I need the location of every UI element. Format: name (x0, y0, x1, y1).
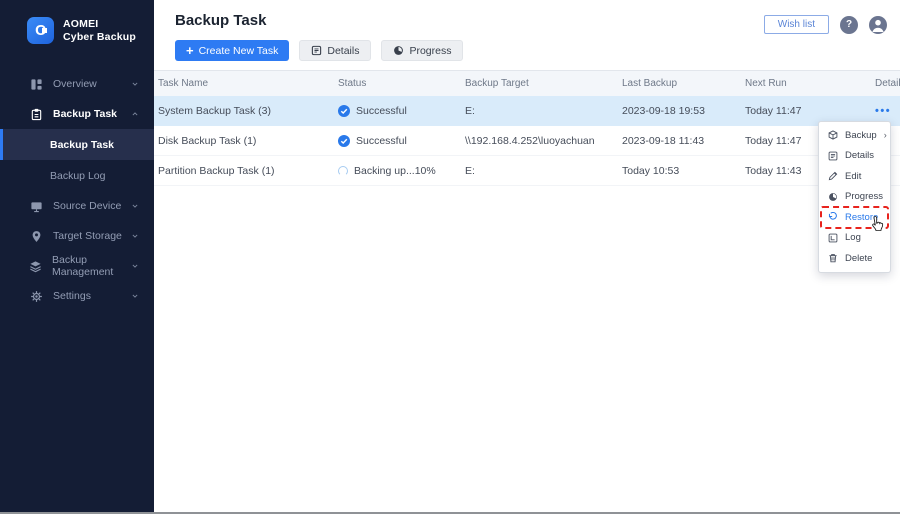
sidebar-subitem-backup-log[interactable]: Backup Log (0, 160, 154, 191)
menu-item-progress[interactable]: Progress (819, 187, 890, 208)
table-row-partition-backup[interactable]: Partition Backup Task (1) Backing up...1… (154, 156, 900, 186)
cell-backup-target: E: (465, 165, 622, 177)
sidebar-item-label: Backup Management (52, 254, 130, 278)
sidebar-item-overview[interactable]: Overview (0, 69, 154, 99)
location-pin-icon (29, 229, 43, 243)
chevron-down-icon (130, 201, 140, 211)
sidebar-item-source-device[interactable]: Source Device (0, 191, 154, 221)
cell-status: Backing up...10% (338, 165, 465, 177)
cell-task-name: Partition Backup Task (1) (158, 165, 338, 177)
cell-last-backup: 2023-09-18 19:53 (622, 105, 745, 117)
layers-icon (29, 259, 42, 273)
menu-item-details[interactable]: Details (819, 146, 890, 167)
backup-box-icon (828, 130, 838, 140)
progress-clock-icon (828, 192, 838, 202)
cell-status: Successful (338, 135, 465, 147)
sidebar-item-label: Source Device (53, 200, 121, 212)
cell-last-backup: 2023-09-18 11:43 (622, 135, 745, 147)
clipboard-icon (29, 107, 43, 121)
cell-status: Successful (338, 105, 465, 117)
chevron-up-icon (130, 109, 140, 119)
cell-task-name: System Backup Task (3) (158, 105, 338, 117)
sidebar-item-backup-management[interactable]: Backup Management (0, 251, 154, 281)
sidebar-nav: Overview Backup Task Backup Task (0, 69, 154, 311)
sidebar-item-label: Target Storage (53, 230, 122, 242)
create-new-task-button[interactable]: + Create New Task (175, 40, 289, 61)
success-check-icon (338, 105, 350, 117)
progress-button[interactable]: Progress (381, 40, 463, 61)
details-button[interactable]: Details (299, 40, 371, 61)
app-window: C AOMEI Cyber Backup Overview (0, 0, 900, 514)
sidebar-subitem-label: Backup Log (50, 170, 105, 182)
table-row-system-backup[interactable]: System Backup Task (3) Successful E: 202… (154, 96, 900, 126)
sidebar: C AOMEI Cyber Backup Overview (0, 0, 154, 514)
monitor-icon (29, 199, 43, 213)
mouse-cursor-hand-icon (868, 215, 884, 234)
chevron-down-icon (130, 291, 140, 301)
details-icon (828, 151, 838, 161)
aomei-logo-icon: C (27, 17, 54, 44)
brand-line2: Cyber Backup (63, 31, 136, 44)
running-spinner-icon (338, 166, 348, 176)
sidebar-subitem-label: Backup Task (50, 139, 114, 151)
col-details[interactable]: Details (875, 78, 900, 89)
cell-task-name: Disk Backup Task (1) (158, 135, 338, 147)
table-row-disk-backup[interactable]: Disk Backup Task (1) Successful \\192.16… (154, 126, 900, 156)
log-icon (828, 233, 838, 243)
backup-task-table: Task Name Status Backup Target Last Back… (154, 70, 900, 186)
chevron-down-icon (130, 261, 140, 271)
topbar-actions: Wish list ? (764, 15, 887, 34)
menu-item-edit[interactable]: Edit (819, 166, 890, 187)
menu-item-delete[interactable]: Delete (819, 248, 890, 269)
details-icon (311, 45, 322, 56)
restore-arrow-icon (828, 212, 838, 222)
row-actions-more-icon[interactable]: ••• (875, 105, 891, 117)
col-task-name[interactable]: Task Name (158, 78, 338, 89)
success-check-icon (338, 135, 350, 147)
sidebar-item-label: Settings (53, 290, 91, 302)
sidebar-item-label: Overview (53, 78, 97, 90)
brand-line1: AOMEI (63, 18, 136, 31)
sidebar-subitem-backup-task[interactable]: Backup Task (0, 129, 154, 160)
chevron-down-icon (130, 79, 140, 89)
sidebar-item-backup-task[interactable]: Backup Task (0, 99, 154, 129)
help-icon[interactable]: ? (840, 16, 858, 34)
dashboard-icon (29, 77, 43, 91)
cell-last-backup: Today 10:53 (622, 165, 745, 177)
table-header: Task Name Status Backup Target Last Back… (154, 70, 900, 96)
submenu-arrow-icon: › (884, 130, 887, 140)
main-content: Backup Task Wish list ? + Create New Tas… (154, 0, 900, 514)
chevron-down-icon (130, 231, 140, 241)
col-next-run[interactable]: Next Run (745, 78, 875, 89)
progress-clock-icon (393, 45, 404, 56)
row-context-menu: Backup › Details Edit Progress Restore (818, 121, 891, 273)
toolbar: + Create New Task Details Progress (175, 40, 463, 61)
col-status[interactable]: Status (338, 78, 465, 89)
plus-icon: + (186, 44, 194, 57)
cell-backup-target: \\192.168.4.252\luoyachuan (465, 135, 622, 147)
sidebar-item-settings[interactable]: Settings (0, 281, 154, 311)
col-backup-target[interactable]: Backup Target (465, 78, 622, 89)
wishlist-button[interactable]: Wish list (764, 15, 829, 34)
brand-text: AOMEI Cyber Backup (63, 18, 136, 44)
cell-next-run: Today 11:47 (745, 105, 875, 117)
gear-icon (29, 289, 43, 303)
cell-backup-target: E: (465, 105, 622, 117)
brand: C AOMEI Cyber Backup (27, 17, 136, 44)
page-title: Backup Task (175, 12, 266, 29)
sidebar-item-target-storage[interactable]: Target Storage (0, 221, 154, 251)
user-avatar[interactable] (869, 16, 887, 34)
edit-pencil-icon (828, 171, 838, 181)
trash-icon (828, 253, 838, 263)
sidebar-item-label: Backup Task (53, 108, 117, 120)
menu-item-backup[interactable]: Backup › (819, 125, 890, 146)
col-last-backup[interactable]: Last Backup (622, 78, 745, 89)
